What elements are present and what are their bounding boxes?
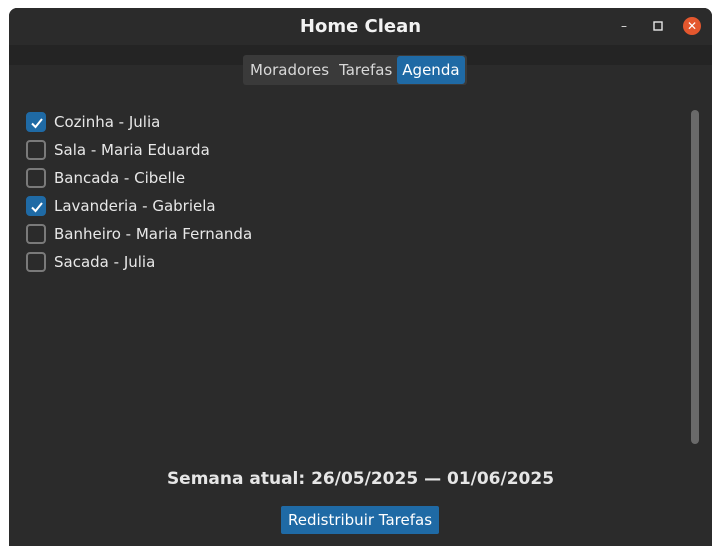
list-item[interactable]: Sacada - Julia: [26, 248, 666, 276]
list-item-label: Lavanderia - Gabriela: [54, 197, 216, 215]
list-item[interactable]: Cozinha - Julia: [26, 108, 666, 136]
list-item-label: Sacada - Julia: [54, 253, 156, 271]
checkbox-checked[interactable]: [26, 196, 46, 216]
minimize-icon[interactable]: –: [615, 17, 633, 35]
list-item[interactable]: Sala - Maria Eduarda: [26, 136, 666, 164]
checkbox-unchecked[interactable]: [26, 168, 46, 188]
list-item[interactable]: Lavanderia - Gabriela: [26, 192, 666, 220]
list-item[interactable]: Bancada - Cibelle: [26, 164, 666, 192]
checkmark-icon: [31, 118, 43, 129]
tab-moradores[interactable]: Moradores: [245, 56, 334, 84]
list-item-label: Cozinha - Julia: [54, 113, 161, 131]
checkbox-checked[interactable]: [26, 112, 46, 132]
list-item-label: Banheiro - Maria Fernanda: [54, 225, 253, 243]
current-week-label: Semana atual: 26/05/2025 — 01/06/2025: [166, 469, 555, 489]
list-item-label: Sala - Maria Eduarda: [54, 141, 210, 159]
checkmark-icon: [31, 202, 43, 213]
redistribute-button[interactable]: Redistribuir Tarefas: [281, 506, 439, 534]
checkbox-unchecked[interactable]: [26, 224, 46, 244]
tab-bar: Moradores Tarefas Agenda: [243, 55, 467, 85]
schedule-list: Cozinha - Julia Sala - Maria Eduarda Ban…: [26, 108, 666, 276]
tab-tarefas[interactable]: Tarefas: [334, 56, 397, 84]
tab-agenda[interactable]: Agenda: [397, 56, 465, 84]
checkbox-unchecked[interactable]: [26, 140, 46, 160]
close-icon[interactable]: ✕: [683, 17, 701, 35]
maximize-icon[interactable]: [649, 17, 667, 35]
scrollbar[interactable]: [691, 110, 699, 444]
checkbox-unchecked[interactable]: [26, 252, 46, 272]
list-item-label: Bancada - Cibelle: [54, 169, 186, 187]
app-window: Home Clean – ✕ Moradores Tarefas Agenda …: [9, 8, 712, 546]
window-title: Home Clean: [299, 16, 422, 37]
title-bar[interactable]: Home Clean – ✕: [9, 8, 712, 45]
list-item[interactable]: Banheiro - Maria Fernanda: [26, 220, 666, 248]
